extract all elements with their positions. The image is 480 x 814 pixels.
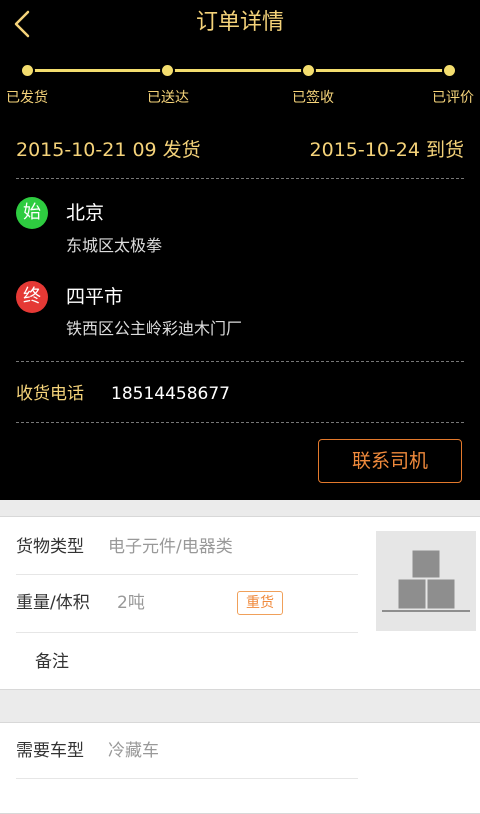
row-divider (16, 778, 358, 779)
progress-label-shipped: 已发货 (6, 90, 48, 106)
weight-volume-value: 2吨 (117, 593, 145, 613)
end-city: 四平市 (66, 286, 124, 308)
vehicle-info-card: 需要车型 冷藏车 (0, 722, 480, 814)
progress-label-delivered: 已送达 (147, 90, 189, 106)
start-address: 东城区太极拳 (66, 236, 163, 255)
weight-volume-label: 重量/体积 (16, 593, 90, 613)
page-title: 订单详情 (195, 10, 284, 35)
cargo-type-label: 货物类型 (16, 537, 84, 557)
divider (16, 422, 464, 423)
cargo-type-value: 电子元件/电器类 (108, 537, 233, 557)
end-address: 铁西区公主岭彩迪木门厂 (66, 319, 243, 338)
note-label: 备注 (35, 652, 69, 672)
progress-track (28, 69, 452, 72)
vehicle-type-value: 冷藏车 (108, 741, 159, 761)
order-detail-header-panel: 订单详情 已发货 已送达 已签收 已评价 2015-10-21 09 发货 20… (0, 0, 480, 500)
divider (16, 178, 464, 179)
progress-label-signed: 已签收 (292, 90, 334, 106)
shipping-dates: 2015-10-21 09 发货 2015-10-24 到货 (16, 136, 464, 164)
end-badge: 终 (16, 281, 48, 313)
progress-dot-shipped (20, 63, 35, 78)
cargo-image[interactable] (376, 531, 476, 631)
boxes-icon (382, 549, 470, 612)
row-divider (16, 632, 358, 633)
heavy-cargo-tag: 重货 (237, 591, 283, 615)
progress-dot-signed (301, 63, 316, 78)
start-city: 北京 (66, 202, 105, 224)
row-divider (16, 574, 358, 575)
receiver-phone-label: 收货电话 (16, 384, 84, 404)
arrive-date: 2015-10-24 到货 (309, 139, 464, 161)
receiver-phone-value[interactable]: 18514458677 (111, 382, 230, 406)
progress-label-rated: 已评价 (432, 90, 474, 106)
ship-date: 2015-10-21 09 发货 (16, 139, 201, 161)
start-badge: 始 (16, 197, 48, 229)
vehicle-type-label: 需要车型 (16, 741, 84, 761)
divider (16, 361, 464, 362)
progress-dot-delivered (160, 63, 175, 78)
contact-driver-button[interactable]: 联系司机 (318, 439, 462, 483)
progress-dot-rated (442, 63, 457, 78)
